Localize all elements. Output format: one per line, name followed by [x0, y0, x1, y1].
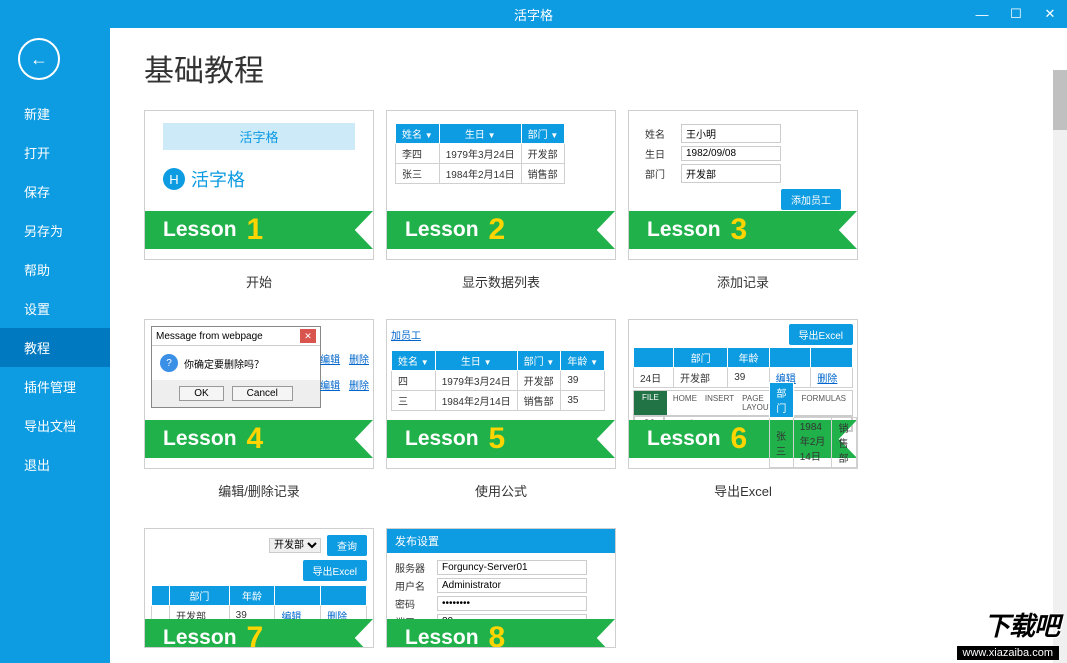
data-table: 姓名 ▼生日 ▼部门 ▼李四1979年3月24日开发部张三1984年2月14日销…	[395, 123, 565, 184]
lesson-ribbon: Lesson7	[145, 619, 373, 648]
lesson-card-5[interactable]: 加员工 姓名 ▼生日 ▼部门 ▼年龄 ▼四1979年3月24日开发部39三198…	[386, 319, 616, 500]
lesson-thumb-2: 姓名 ▼生日 ▼部门 ▼李四1979年3月24日开发部张三1984年2月14日销…	[386, 110, 616, 260]
app-title: 活字格	[514, 5, 553, 24]
lesson-caption: 添加记录	[717, 272, 769, 291]
query-button: 查询	[327, 535, 367, 556]
lesson-ribbon: Lesson2	[387, 211, 615, 249]
lesson-card-3[interactable]: 姓名王小明生日1982/09/08部门开发部添加员工 Lesson3 添加记录	[628, 110, 858, 291]
maximize-button[interactable]: ☐	[999, 0, 1033, 28]
lesson-thumb-3: 姓名王小明生日1982/09/08部门开发部添加员工 Lesson3	[628, 110, 858, 260]
export-button: 导出Excel	[789, 324, 853, 345]
lesson-card-7[interactable]: 开发部 查询 导出Excel 部门年龄 开发部39编辑删除 Lesson7	[144, 528, 374, 648]
export-button: 导出Excel	[303, 560, 367, 581]
lesson-ribbon: Lesson1	[145, 211, 373, 249]
lesson-thumb-4: 编辑 删除 编辑 删除 Message from webpage✕ ?你确定要删…	[144, 319, 374, 469]
lesson-caption: 开始	[246, 272, 272, 291]
sidebar-item[interactable]: 帮助	[0, 250, 110, 289]
back-button[interactable]: ←	[18, 38, 60, 80]
sidebar-item[interactable]: 退出	[0, 445, 110, 484]
ok-button: OK	[179, 386, 223, 401]
publish-title: 发布设置	[387, 529, 615, 553]
lesson-thumb-8: 发布设置 服务器用户名密码端口 Lesson8	[386, 528, 616, 648]
add-employee-button: 添加员工	[781, 189, 841, 210]
lesson-card-6[interactable]: 导出Excel 部门年龄 24日开发部39编辑删除 FILEHOMEINSERT…	[628, 319, 858, 500]
sidebar-item[interactable]: 插件管理	[0, 367, 110, 406]
sidebar-item[interactable]: 设置	[0, 289, 110, 328]
lesson-card-4[interactable]: 编辑 删除 编辑 删除 Message from webpage✕ ?你确定要删…	[144, 319, 374, 500]
confirm-dialog: Message from webpage✕ ?你确定要删除吗？ OKCancel	[151, 326, 321, 408]
lesson-thumb-5: 加员工 姓名 ▼生日 ▼部门 ▼年龄 ▼四1979年3月24日开发部39三198…	[386, 319, 616, 469]
cancel-button: Cancel	[232, 386, 293, 401]
sidebar-item[interactable]: 教程	[0, 328, 110, 367]
lesson-thumb-6: 导出Excel 部门年龄 24日开发部39编辑删除 FILEHOMEINSERT…	[628, 319, 858, 469]
thumb1-label1: 活字格	[163, 123, 355, 150]
lesson-caption: 编辑/删除记录	[218, 481, 300, 500]
question-icon: ?	[160, 354, 178, 372]
sidebar-item[interactable]: 另存为	[0, 211, 110, 250]
page-title: 基础教程	[144, 46, 1067, 90]
lessons-grid: 活字格 H 活字格 Lesson1 开始 姓名 ▼生日 ▼部门 ▼李四1979年…	[114, 110, 1067, 648]
lesson-thumb-7: 开发部 查询 导出Excel 部门年龄 开发部39编辑删除 Lesson7	[144, 528, 374, 648]
sidebar-item[interactable]: 导出文档	[0, 406, 110, 445]
sidebar-item[interactable]: 打开	[0, 133, 110, 172]
scrollbar[interactable]	[1053, 70, 1067, 663]
close-icon: ✕	[300, 329, 316, 343]
sidebar: ← 新建打开保存另存为帮助设置教程插件管理导出文档退出	[0, 28, 110, 663]
arrow-left-icon: ←	[30, 49, 48, 70]
titlebar: 活字格 — ☐ ✕	[0, 0, 1067, 28]
thumb1-label2: 活字格	[191, 166, 245, 192]
window-controls: — ☐ ✕	[965, 0, 1067, 28]
lesson-card-2[interactable]: 姓名 ▼生日 ▼部门 ▼李四1979年3月24日开发部张三1984年2月14日销…	[386, 110, 616, 291]
logo-icon: H	[163, 168, 185, 190]
scrollbar-thumb[interactable]	[1053, 70, 1067, 130]
sidebar-item[interactable]: 新建	[0, 94, 110, 133]
lesson-ribbon: Lesson4	[145, 420, 373, 458]
lesson-caption: 导出Excel	[714, 481, 772, 500]
lesson-ribbon: Lesson8	[387, 619, 615, 648]
watermark: 下载吧 www.xiazaiba.com	[957, 606, 1059, 661]
dept-select: 开发部	[269, 538, 321, 553]
data-table: 姓名 ▼生日 ▼部门 ▼年龄 ▼四1979年3月24日开发部39三1984年2月…	[391, 350, 605, 411]
lesson-card-8[interactable]: 发布设置 服务器用户名密码端口 Lesson8	[386, 528, 616, 648]
lesson-caption: 显示数据列表	[462, 272, 540, 291]
close-button[interactable]: ✕	[1033, 0, 1067, 28]
lesson-caption: 使用公式	[475, 481, 527, 500]
lesson-ribbon: Lesson5	[387, 420, 615, 458]
minimize-button[interactable]: —	[965, 0, 999, 28]
sidebar-menu: 新建打开保存另存为帮助设置教程插件管理导出文档退出	[0, 94, 110, 484]
lesson-ribbon: Lesson3	[629, 211, 857, 249]
sidebar-item[interactable]: 保存	[0, 172, 110, 211]
content-area: 基础教程 活字格 H 活字格 Lesson1 开始	[110, 28, 1067, 663]
lesson-card-1[interactable]: 活字格 H 活字格 Lesson1 开始	[144, 110, 374, 291]
lesson-thumb-1: 活字格 H 活字格 Lesson1	[144, 110, 374, 260]
